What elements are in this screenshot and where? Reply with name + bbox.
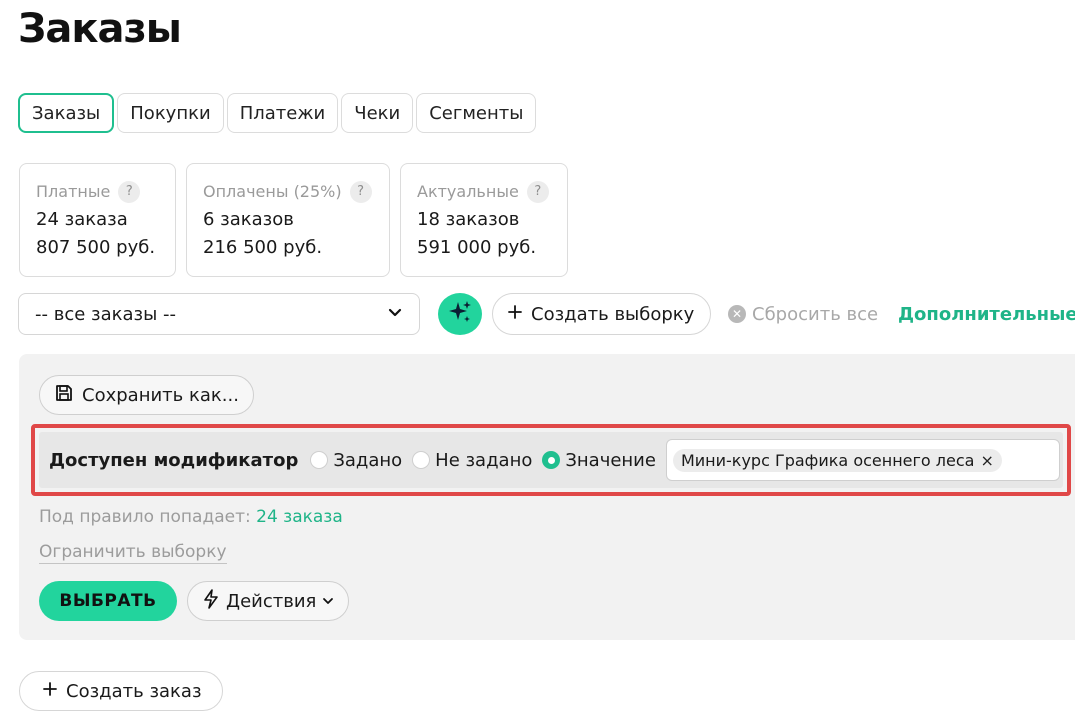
stat-sum: 807 500 руб. — [36, 237, 156, 258]
actions-dropdown-button[interactable]: Действия — [187, 581, 350, 621]
plus-icon — [42, 681, 58, 702]
orders-filter-select[interactable]: -- все заказы -- — [18, 293, 420, 335]
radio-button[interactable] — [412, 451, 431, 469]
rule-label: Доступен модификатор — [49, 449, 299, 471]
radio-option-value[interactable]: Значение — [542, 450, 656, 471]
value-chip: Мини-курс Графика осеннего леса × — [672, 448, 1002, 472]
page-title: Заказы — [18, 6, 182, 52]
tab-receipts[interactable]: Чеки — [341, 93, 414, 133]
radio-button[interactable] — [310, 451, 329, 469]
stat-label: Оплачены (25%) — [203, 182, 342, 201]
stat-label: Актуальные — [417, 182, 519, 201]
reset-all-link[interactable]: ✕ Сбросить все — [728, 293, 878, 335]
chevron-down-icon — [387, 304, 403, 325]
match-prefix: Под правило попадает: — [39, 507, 251, 527]
create-order-label: Создать заказ — [66, 680, 202, 702]
radio-button-checked[interactable] — [542, 451, 561, 469]
lightning-icon — [202, 588, 220, 614]
remove-chip-icon[interactable]: × — [980, 451, 993, 470]
select-button[interactable]: ВЫБРАТЬ — [39, 581, 177, 621]
create-selection-label: Создать выборку — [531, 303, 695, 325]
radio-label: Не задано — [435, 449, 533, 471]
match-count-link[interactable]: 24 заказа — [256, 507, 343, 527]
tab-payments[interactable]: Платежи — [226, 93, 339, 133]
floppy-disk-icon — [54, 383, 74, 408]
radio-option-set[interactable]: Задано — [310, 450, 402, 471]
sparkles-icon — [447, 299, 473, 329]
filter-panel: Сохранить как... Доступен модификатор За… — [19, 354, 1075, 640]
save-as-button[interactable]: Сохранить как... — [39, 375, 254, 415]
help-icon[interactable]: ? — [118, 181, 141, 203]
create-selection-button[interactable]: Создать выборку — [492, 293, 712, 335]
filter-select-value: -- все заказы -- — [35, 303, 177, 325]
stat-count: 6 заказов — [203, 209, 294, 230]
tab-purchases[interactable]: Покупки — [117, 93, 224, 133]
plus-icon — [507, 304, 523, 325]
radio-option-not-set[interactable]: Не задано — [412, 450, 532, 471]
stat-count: 24 заказа — [36, 209, 128, 230]
stat-card-paid-off: Оплачены (25%) ? 6 заказов 216 500 руб. — [186, 163, 390, 277]
modifier-rule-row: Доступен модификатор Задано Не задано Зн… — [31, 424, 1071, 496]
more-filters-link[interactable]: Дополнительные п — [898, 293, 1075, 335]
stat-card-paid: Платные ? 24 заказа 807 500 руб. — [19, 163, 176, 277]
tab-orders[interactable]: Заказы — [18, 93, 115, 133]
create-order-button[interactable]: Создать заказ — [19, 671, 223, 711]
stat-sum: 591 000 руб. — [417, 237, 537, 258]
chevron-down-icon — [322, 591, 334, 612]
rule-match-info: Под правило попадает: 24 заказа — [39, 507, 343, 527]
stat-label: Платные — [36, 182, 111, 201]
stat-card-actual: Актуальные ? 18 заказов 591 000 руб. — [400, 163, 568, 277]
close-circle-icon: ✕ — [728, 305, 746, 323]
tab-segments[interactable]: Сегменты — [416, 93, 537, 133]
tab-bar: Заказы Покупки Платежи Чеки Сегменты — [18, 93, 537, 133]
help-icon[interactable]: ? — [349, 181, 372, 203]
limit-selection-link[interactable]: Ограничить выборку — [39, 541, 227, 564]
help-icon[interactable]: ? — [526, 181, 549, 203]
ai-assistant-button[interactable] — [438, 293, 482, 335]
actions-label: Действия — [226, 590, 317, 612]
stat-count: 18 заказов — [417, 209, 520, 230]
reset-all-label: Сбросить все — [752, 303, 879, 325]
stat-sum: 216 500 руб. — [203, 237, 323, 258]
save-as-label: Сохранить как... — [82, 384, 239, 406]
radio-label: Задано — [333, 449, 403, 471]
modifier-rule-content: Доступен модификатор Задано Не задано Зн… — [39, 432, 1063, 488]
radio-label: Значение — [565, 449, 656, 471]
value-chip-label: Мини-курс Графика осеннего леса — [680, 450, 975, 470]
modifier-value-field[interactable]: Мини-курс Графика осеннего леса × — [665, 439, 1060, 481]
